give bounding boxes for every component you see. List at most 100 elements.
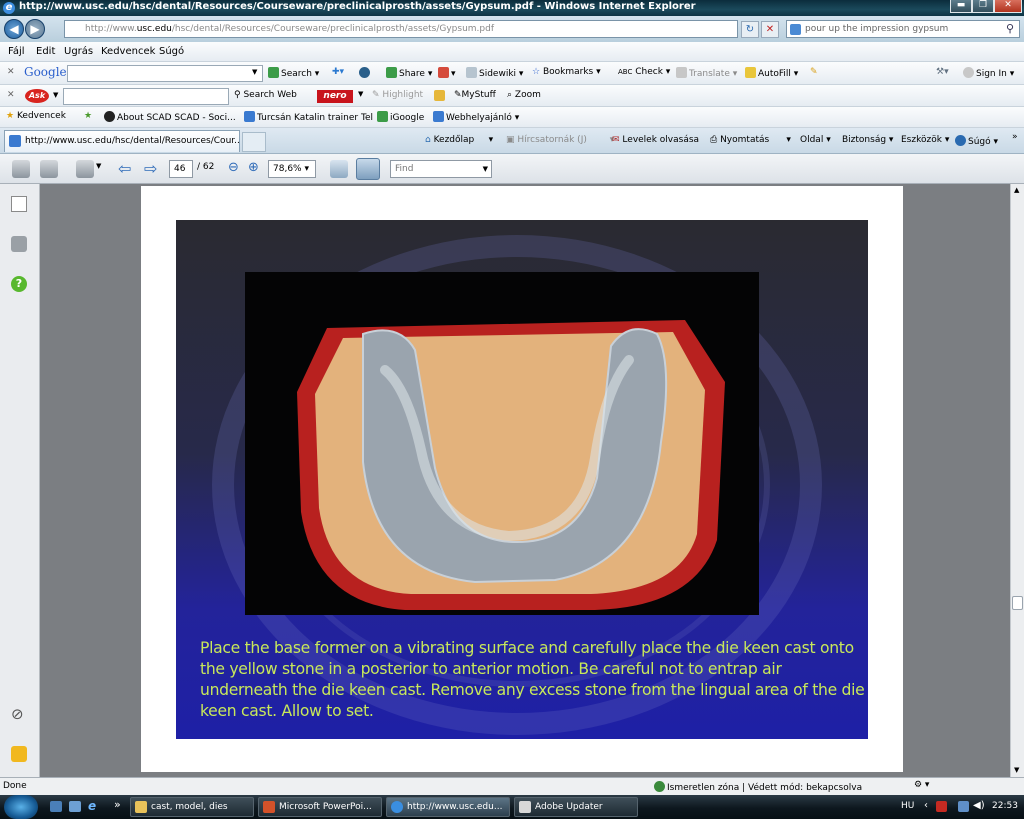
next-page-icon[interactable]: ⇨ bbox=[144, 159, 157, 178]
translate-button[interactable]: Translate ▾ bbox=[676, 67, 737, 79]
save-icon[interactable] bbox=[40, 160, 58, 178]
more-chevron-icon[interactable]: » bbox=[1012, 132, 1018, 142]
nero-logo[interactable]: nero bbox=[317, 90, 353, 103]
task-powerpoint[interactable]: Microsoft PowerPoi... bbox=[258, 797, 382, 817]
show-desktop-icon[interactable] bbox=[50, 801, 62, 812]
menu-file[interactable]: Fájl bbox=[8, 46, 25, 57]
start-button[interactable] bbox=[4, 795, 38, 819]
url-field[interactable]: http://www.usc.edu/hsc/dental/Resources/… bbox=[64, 20, 738, 38]
close-toolbar-icon[interactable]: ✕ bbox=[7, 67, 15, 77]
maximize-button[interactable]: ❐ bbox=[972, 0, 994, 13]
chevron-down-icon[interactable]: ▼ bbox=[252, 68, 257, 76]
zoom-status-icon[interactable]: ⚙ ▾ bbox=[914, 780, 929, 790]
google-search-input[interactable] bbox=[67, 65, 263, 82]
check-button[interactable]: ABC Check ▾ bbox=[618, 67, 670, 77]
favorite-turcsan[interactable]: Turcsán Katalin trainer Tel bbox=[244, 111, 373, 123]
close-button[interactable]: ✕ bbox=[994, 0, 1022, 13]
safety-menu[interactable]: Biztonság ▾ bbox=[842, 135, 893, 145]
zoom-field[interactable]: 78,6% ▾ bbox=[268, 160, 316, 178]
attachment-icon[interactable]: ⊘ bbox=[11, 706, 27, 722]
autofill-button[interactable]: AutoFill ▾ bbox=[745, 67, 798, 79]
notepad-icon[interactable] bbox=[434, 90, 447, 102]
forward-button[interactable]: ▶ bbox=[25, 19, 45, 39]
add-favorite-icon[interactable]: ★ bbox=[84, 111, 92, 121]
google-search-button[interactable]: Search ▾ bbox=[268, 67, 319, 79]
security-zone[interactable]: Ismeretlen zóna | Védett mód: bekapcsolv… bbox=[654, 781, 862, 793]
help-menu[interactable]: Súgó ▾ bbox=[955, 135, 998, 147]
vertical-scrollbar[interactable]: ▲ ▼ bbox=[1010, 184, 1024, 777]
find-input[interactable]: Find ▼ bbox=[390, 160, 492, 178]
plus-icon[interactable]: ✚▾ bbox=[332, 67, 344, 77]
mystuff-button[interactable]: ✎MyStuff bbox=[454, 90, 496, 100]
favorites-button[interactable]: ★ Kedvencek bbox=[6, 111, 66, 121]
stop-button[interactable]: ✕ bbox=[761, 21, 779, 38]
print-button[interactable]: ⎙ Nyomtatás ▾ bbox=[710, 135, 791, 145]
chevron-down-icon[interactable]: ▼ bbox=[53, 91, 58, 99]
security-alert-icon[interactable] bbox=[936, 801, 947, 812]
search-provider-icon[interactable] bbox=[790, 24, 801, 35]
page-number-input[interactable]: 46 bbox=[169, 160, 193, 178]
wrench-icon[interactable]: ⚒▾ bbox=[936, 67, 949, 77]
pdf-side-panel: ? ⊘ bbox=[0, 184, 40, 777]
highlighter-icon[interactable]: ✎ bbox=[810, 67, 818, 77]
back-button[interactable]: ◀ bbox=[4, 19, 24, 39]
close-toolbar-icon[interactable]: ✕ bbox=[7, 90, 15, 100]
search-box[interactable]: pour up the impression gypsum bbox=[786, 20, 1020, 38]
favorite-igoogle[interactable]: iGoogle bbox=[377, 111, 424, 123]
minimize-button[interactable]: ▬ bbox=[950, 0, 972, 13]
tab-active[interactable]: http://www.usc.edu/hsc/dental/Resources/… bbox=[4, 130, 240, 152]
zoom-in-icon[interactable]: ⊕ bbox=[248, 160, 259, 175]
menu-help[interactable]: Súgó bbox=[159, 46, 184, 57]
volume-icon[interactable]: ◀) bbox=[973, 800, 985, 811]
page-settings-icon[interactable] bbox=[76, 160, 94, 178]
switch-windows-icon[interactable] bbox=[69, 801, 81, 812]
home-button[interactable]: ⌂ Kezdőlap ▾ bbox=[425, 135, 493, 145]
refresh-button[interactable]: ↻ bbox=[741, 21, 759, 38]
more-chevron-icon[interactable]: » bbox=[114, 798, 121, 811]
help-icon[interactable]: ? bbox=[11, 276, 27, 292]
ask-search-input[interactable] bbox=[63, 88, 229, 105]
menu-edit[interactable]: Edit bbox=[36, 46, 55, 57]
task-internet-explorer[interactable]: http://www.usc.edu... bbox=[386, 797, 510, 817]
scroll-thumb[interactable] bbox=[1012, 596, 1023, 610]
bookmarks-panel-icon[interactable] bbox=[11, 236, 27, 252]
share-button[interactable]: Share ▾ bbox=[386, 67, 432, 79]
sign-in-button[interactable]: Sign In ▾ bbox=[963, 67, 1014, 79]
new-tab-button[interactable] bbox=[242, 132, 266, 152]
tools-menu[interactable]: Eszközök ▾ bbox=[901, 135, 949, 145]
tray-chevron-icon[interactable]: ‹ bbox=[924, 800, 928, 811]
fit-page-icon[interactable] bbox=[356, 158, 380, 180]
comments-icon[interactable] bbox=[11, 746, 27, 762]
zoom-out-icon[interactable]: ⊖ bbox=[228, 160, 239, 175]
chevron-down-icon[interactable]: ▼ bbox=[96, 162, 101, 170]
mail-icon[interactable]: ▾ bbox=[438, 67, 456, 79]
menu-favorites[interactable]: Kedvencek bbox=[101, 46, 155, 57]
menu-go[interactable]: Ugrás bbox=[64, 46, 93, 57]
ie-quicklaunch-icon[interactable]: e bbox=[88, 799, 96, 813]
favorite-scad[interactable]: About SCAD SCAD - Soci... bbox=[104, 111, 236, 123]
chevron-down-icon[interactable]: ▼ bbox=[483, 161, 488, 177]
globe-icon[interactable] bbox=[359, 67, 372, 79]
previous-page-icon[interactable]: ⇦ bbox=[118, 159, 131, 178]
scroll-down-icon[interactable]: ▼ bbox=[1014, 766, 1019, 774]
clock[interactable]: 22:53 bbox=[992, 801, 1018, 811]
sidewiki-button[interactable]: Sidewiki ▾ bbox=[466, 67, 523, 79]
fit-width-icon[interactable] bbox=[330, 160, 348, 178]
page-menu[interactable]: Oldal ▾ bbox=[800, 135, 831, 145]
chevron-down-icon[interactable]: ▼ bbox=[358, 90, 363, 98]
search-icon[interactable]: ⚲ bbox=[1006, 22, 1014, 35]
web-slice-gallery[interactable]: Webhelyajánló ▾ bbox=[433, 111, 519, 123]
task-adobe-updater[interactable]: Adobe Updater bbox=[514, 797, 638, 817]
print-icon[interactable] bbox=[12, 160, 30, 178]
language-indicator[interactable]: HU bbox=[901, 801, 914, 811]
bookmarks-button[interactable]: ☆ Bookmarks ▾ bbox=[532, 67, 601, 77]
pages-panel-icon[interactable] bbox=[11, 196, 27, 212]
zoom-button[interactable]: ⌕ Zoom bbox=[507, 90, 541, 100]
highlight-button[interactable]: ✎ Highlight bbox=[372, 90, 423, 100]
network-icon[interactable] bbox=[958, 801, 969, 812]
feeds-button[interactable]: ▣ Hírcsatornák (J) ▾ bbox=[506, 135, 614, 145]
task-folder[interactable]: cast, model, dies bbox=[130, 797, 254, 817]
read-mail-button[interactable]: ✉ Levelek olvasása bbox=[612, 135, 699, 145]
search-web-button[interactable]: ⚲ Search Web bbox=[234, 90, 297, 100]
scroll-up-icon[interactable]: ▲ bbox=[1014, 186, 1019, 194]
